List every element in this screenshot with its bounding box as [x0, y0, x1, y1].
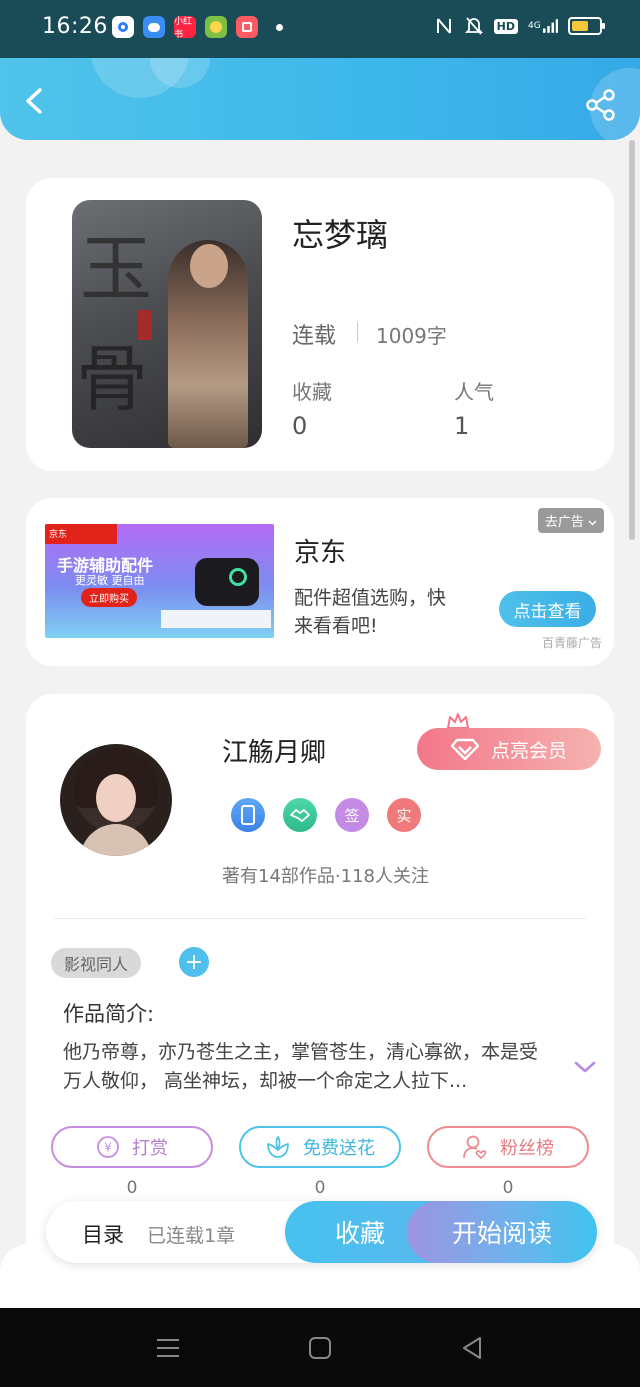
synopsis-text[interactable]: 他乃帝尊，亦乃苍生之主，掌管苍生，清心寡欲，本是受万人敬仰， 高坐神坛，却被一个… — [63, 1038, 543, 1096]
cover-art-figure — [190, 244, 228, 288]
bottom-action-bar: 目录 已连载1章 收藏 开始阅读 — [46, 1201, 597, 1263]
nfc-icon — [434, 15, 454, 37]
ad-image[interactable]: 京东 手游辅助配件 更灵敏 更自由 立即购买 — [45, 524, 274, 638]
handshake-badge-icon[interactable] — [283, 798, 317, 832]
vip-button-label: 点亮会员 — [490, 739, 567, 762]
phone-verified-badge-icon[interactable] — [231, 798, 265, 832]
signed-author-badge[interactable]: 签 — [335, 798, 369, 832]
author-badges: 签 实 — [231, 798, 421, 832]
start-reading-button[interactable]: 开始阅读 — [407, 1201, 597, 1263]
avatar-art — [80, 824, 152, 856]
share-button[interactable] — [584, 88, 618, 122]
avatar-art — [96, 774, 136, 822]
gamepad-image — [195, 558, 259, 606]
real-name-badge[interactable]: 实 — [387, 798, 421, 832]
back-button[interactable] — [18, 84, 52, 118]
cover-art-seal — [138, 310, 152, 340]
author-stats: 著有14部作品·118人关注 — [222, 866, 429, 887]
ad-image-subline: 更灵敏 更自由 — [75, 574, 145, 587]
send-flower-label: 免费送花 — [303, 1138, 375, 1159]
svg-text:¥: ¥ — [104, 1141, 112, 1155]
send-flower-button[interactable]: 免费送花 — [239, 1126, 401, 1168]
reward-count: 0 — [126, 1178, 138, 1198]
fans-ranking-label: 粉丝榜 — [500, 1138, 554, 1159]
user-heart-icon — [463, 1135, 487, 1160]
app-notification-icon — [112, 16, 134, 38]
synopsis-label: 作品简介: — [63, 1002, 155, 1026]
scrollbar[interactable] — [629, 140, 635, 540]
ad-image-decoration — [161, 610, 271, 628]
view-ad-button[interactable]: 点击查看 — [499, 591, 596, 627]
menu-icon[interactable] — [154, 1336, 182, 1360]
expand-chevron-icon[interactable] — [574, 1060, 596, 1074]
chevron-left-icon — [26, 88, 42, 114]
diamond-icon — [450, 738, 479, 760]
author-avatar[interactable] — [60, 744, 172, 856]
back-triangle-icon[interactable] — [458, 1336, 486, 1360]
fans-count: 0 — [502, 1178, 514, 1198]
favorites-label: 收藏 — [292, 380, 332, 404]
activate-vip-button[interactable]: 点亮会员 — [417, 728, 601, 770]
genre-tag[interactable]: 影视同人 — [51, 948, 142, 978]
hd-icon: HD — [493, 18, 518, 34]
battery-level — [572, 21, 588, 31]
book-status: 连载 — [292, 324, 337, 349]
xiaohongshu-icon: 小红书 — [174, 16, 196, 40]
popularity-value: 1 — [454, 412, 470, 440]
signal-icon: 4G — [528, 15, 558, 37]
phone-icon — [241, 805, 255, 825]
book-cover-image[interactable]: 玉 骨 — [72, 200, 262, 448]
top-header — [0, 58, 640, 140]
ad-description: 配件超值选购，快来看看吧! — [294, 587, 447, 637]
popularity-label: 人气 — [454, 380, 494, 404]
status-bar: 16:26 小红书 HD 4G — [0, 0, 640, 58]
book-info-card: 玉 骨 忘梦璃 连载 1009字 收藏 0 人气 1 — [26, 178, 614, 471]
book-title: 忘梦璃 — [292, 216, 389, 254]
ad-image-cta: 立即购买 — [81, 588, 137, 607]
add-tag-button[interactable]: + — [179, 947, 209, 977]
fans-ranking-button[interactable]: 粉丝榜 — [427, 1126, 589, 1168]
reward-label: 打赏 — [132, 1138, 168, 1159]
home-icon[interactable] — [306, 1336, 334, 1360]
flower-icon — [267, 1136, 289, 1158]
favorites-value: 0 — [292, 412, 308, 440]
divider — [54, 918, 586, 919]
system-navigation-bar — [0, 1308, 640, 1387]
divider — [357, 322, 358, 342]
system-indicators: HD 4G — [434, 15, 605, 37]
table-of-contents-button[interactable]: 目录 — [82, 1219, 124, 1249]
video-app-icon — [236, 16, 258, 38]
remove-ad-button[interactable]: 去广告 — [537, 508, 604, 533]
share-icon — [586, 89, 615, 121]
flower-count: 0 — [314, 1178, 326, 1198]
mute-bell-icon — [464, 15, 484, 37]
chevron-down-icon — [588, 520, 597, 526]
ad-card[interactable]: 京东 手游辅助配件 更灵敏 更自由 立即购买 京东 配件超值选购，快来看看吧! … — [26, 498, 614, 666]
book-word-count: 1009字 — [376, 324, 447, 348]
author-name[interactable]: 江觞月卿 — [222, 732, 326, 769]
status-time: 16:26 — [42, 14, 108, 39]
handshake-icon — [290, 809, 310, 822]
reward-button[interactable]: ¥ 打赏 — [51, 1126, 213, 1168]
ad-image-brand: 京东 — [45, 524, 117, 544]
network-type: 4G — [528, 21, 541, 31]
remove-ad-label: 去广告 — [544, 515, 584, 530]
ad-source-label: 百青藤广告 — [541, 636, 602, 650]
battery-icon — [568, 17, 605, 35]
chat-app-icon — [143, 16, 165, 38]
coin-icon: ¥ — [97, 1136, 119, 1158]
chapter-count: 已连载1章 — [147, 1225, 236, 1247]
ad-title: 京东 — [294, 538, 347, 568]
more-notifications-dot — [276, 24, 283, 31]
notification-apps: 小红书 — [112, 16, 258, 40]
game-app-icon — [205, 16, 227, 38]
cover-art-glyph: 玉 — [80, 227, 153, 311]
